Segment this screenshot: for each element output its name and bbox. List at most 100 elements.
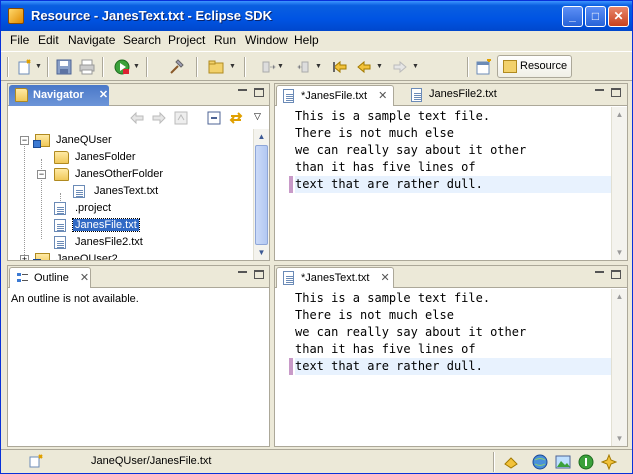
minimize-view-icon[interactable] bbox=[595, 271, 604, 274]
project-icon bbox=[33, 253, 50, 260]
tab-label: Outline bbox=[34, 272, 69, 284]
scroll-down-icon[interactable]: ▼ bbox=[254, 245, 269, 260]
chevron-down-icon[interactable]: ▼ bbox=[133, 63, 140, 70]
forward-icon[interactable] bbox=[392, 59, 408, 75]
text-file-icon bbox=[283, 271, 294, 285]
minimize-button[interactable]: _ bbox=[562, 6, 583, 27]
chevron-down-icon[interactable]: ▼ bbox=[412, 63, 419, 70]
menu-search[interactable]: Search bbox=[123, 33, 161, 47]
title-bar[interactable]: Resource - JanesText.txt - Eclipse SDK _… bbox=[1, 1, 632, 31]
toolbar-separator bbox=[146, 57, 148, 77]
maximize-view-icon[interactable] bbox=[611, 270, 621, 279]
up-icon[interactable] bbox=[174, 111, 188, 125]
back-icon[interactable] bbox=[356, 59, 372, 75]
run-icon[interactable] bbox=[114, 59, 130, 75]
text-line: than it has five lines of bbox=[295, 160, 476, 174]
maximize-view-icon[interactable] bbox=[254, 88, 264, 97]
folder-icon bbox=[503, 60, 517, 73]
maximize-view-icon[interactable] bbox=[611, 88, 621, 97]
outline-view: Outline ✕ An outline is not available. bbox=[7, 265, 270, 447]
menu-project[interactable]: Project bbox=[168, 33, 205, 47]
navigator-tree: − JaneQUser JanesFolder − JanesOtherFold… bbox=[8, 129, 253, 260]
chevron-down-icon[interactable]: ▼ bbox=[315, 63, 322, 70]
welcome-star-icon[interactable] bbox=[601, 454, 617, 470]
tab-outline[interactable]: Outline ✕ bbox=[9, 267, 91, 288]
scroll-up-icon[interactable]: ▲ bbox=[612, 289, 627, 304]
close-button[interactable]: ✕ bbox=[608, 6, 629, 27]
editor-text-area[interactable]: This is a sample text file. There is not… bbox=[275, 289, 611, 446]
link-with-editor-icon[interactable] bbox=[229, 111, 243, 125]
tab-label: *JanesFile.txt bbox=[301, 90, 368, 102]
view-menu-icon[interactable]: ▽ bbox=[254, 111, 261, 122]
text-file-icon bbox=[411, 88, 422, 102]
chevron-down-icon[interactable]: ▼ bbox=[229, 63, 236, 70]
scroll-up-icon[interactable]: ▲ bbox=[612, 107, 627, 122]
progress-icon[interactable] bbox=[503, 454, 519, 470]
text-line: text that are rather dull. bbox=[295, 177, 483, 191]
editor-janestext: *JanesText.txt ✕ This is a sample text f… bbox=[274, 265, 628, 447]
menu-window[interactable]: Window bbox=[245, 33, 288, 47]
tree-item-label: JanesFile2.txt bbox=[75, 236, 143, 248]
minimize-view-icon[interactable] bbox=[595, 89, 604, 92]
collapse-toggle[interactable]: − bbox=[37, 170, 46, 179]
tab-navigator[interactable]: Navigator ✕ bbox=[9, 85, 109, 106]
globe-icon[interactable] bbox=[532, 454, 548, 470]
scroll-down-icon[interactable]: ▼ bbox=[612, 431, 627, 446]
new-wizard-icon[interactable] bbox=[17, 59, 33, 75]
collapse-toggle[interactable]: − bbox=[20, 136, 29, 145]
close-icon[interactable]: ✕ bbox=[378, 89, 387, 102]
forward-icon[interactable] bbox=[152, 111, 166, 125]
hammer-icon[interactable] bbox=[168, 59, 184, 75]
collapse-all-icon[interactable] bbox=[207, 111, 221, 125]
editor-janesfile: *JanesFile.txt ✕ JanesFile2.txt This is … bbox=[274, 83, 628, 261]
scroll-thumb[interactable] bbox=[255, 145, 268, 245]
editor-scrollbar[interactable]: ▲ ▼ bbox=[611, 107, 627, 260]
open-type-icon[interactable] bbox=[208, 59, 224, 75]
menu-bar: File Edit Navigate Search Project Run Wi… bbox=[1, 31, 632, 50]
editor-text-area[interactable]: This is a sample text file. There is not… bbox=[275, 107, 611, 260]
back-icon[interactable] bbox=[130, 111, 144, 125]
close-icon[interactable]: ✕ bbox=[99, 88, 108, 101]
chevron-down-icon[interactable]: ▼ bbox=[35, 63, 42, 70]
maximize-view-icon[interactable] bbox=[254, 270, 264, 279]
chevron-down-icon[interactable]: ▼ bbox=[277, 63, 284, 70]
print-icon[interactable] bbox=[79, 59, 95, 75]
scroll-up-icon[interactable]: ▲ bbox=[254, 129, 269, 144]
close-icon[interactable]: ✕ bbox=[381, 271, 390, 284]
tab-janesfile2[interactable]: JanesFile2.txt bbox=[405, 85, 515, 106]
maximize-button[interactable]: □ bbox=[585, 6, 606, 27]
expand-toggle[interactable]: + bbox=[20, 255, 29, 260]
save-icon[interactable] bbox=[56, 59, 72, 75]
tab-label: Navigator bbox=[33, 89, 84, 101]
status-separator bbox=[493, 452, 495, 472]
menu-navigate[interactable]: Navigate bbox=[68, 33, 115, 47]
fast-view-icon[interactable] bbox=[29, 454, 43, 468]
menu-run[interactable]: Run bbox=[214, 33, 236, 47]
text-line: This is a sample text file. bbox=[295, 109, 491, 123]
toolbar-separator bbox=[244, 57, 246, 77]
resource-perspective-button[interactable]: Resource bbox=[497, 55, 572, 78]
tab-janesfile[interactable]: *JanesFile.txt ✕ bbox=[276, 85, 394, 106]
chevron-down-icon[interactable]: ▼ bbox=[376, 63, 383, 70]
menu-file[interactable]: File bbox=[10, 33, 29, 47]
last-edit-icon[interactable] bbox=[332, 59, 348, 75]
menu-edit[interactable]: Edit bbox=[38, 33, 59, 47]
prev-annotation-icon[interactable] bbox=[297, 59, 313, 75]
minimize-view-icon[interactable] bbox=[238, 271, 247, 274]
editor-tabs: *JanesFile.txt ✕ JanesFile2.txt bbox=[275, 84, 627, 106]
editor-scrollbar[interactable]: ▲ ▼ bbox=[611, 289, 627, 446]
text-line: There is not much else bbox=[295, 126, 454, 140]
menu-help[interactable]: Help bbox=[294, 33, 319, 47]
navigator-view: Navigator ✕ ▽ − JaneQUser JanesFolder − … bbox=[7, 83, 270, 261]
scroll-down-icon[interactable]: ▼ bbox=[612, 245, 627, 260]
tree-item-label: JanesOtherFolder bbox=[75, 168, 164, 180]
close-icon[interactable]: ✕ bbox=[80, 271, 89, 284]
cheat-sheet-icon[interactable] bbox=[578, 454, 594, 470]
minimize-view-icon[interactable] bbox=[238, 89, 247, 92]
open-perspective-icon[interactable] bbox=[476, 59, 492, 75]
navigator-scrollbar[interactable]: ▲ ▼ bbox=[253, 129, 269, 260]
tab-janestext[interactable]: *JanesText.txt ✕ bbox=[276, 267, 394, 288]
editor-tabs: *JanesText.txt ✕ bbox=[275, 266, 627, 288]
next-annotation-icon[interactable] bbox=[260, 59, 276, 75]
image-icon[interactable] bbox=[555, 454, 571, 470]
